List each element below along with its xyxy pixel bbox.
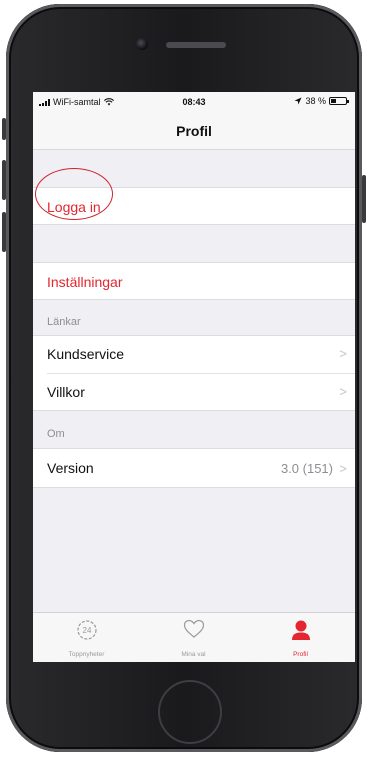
settings-row[interactable]: Inställningar xyxy=(33,262,355,300)
customer-service-label: Kundservice xyxy=(47,346,125,362)
status-right: 38 % xyxy=(294,96,349,106)
front-camera xyxy=(136,38,148,50)
settings-label: Inställningar xyxy=(47,274,123,290)
tab-bar: 24 Toppnyheter Mina val Profil xyxy=(33,612,355,662)
tab-profile-label: Profil xyxy=(293,651,308,658)
clock-24-icon: 24 xyxy=(76,620,97,640)
navigation-bar: Profil xyxy=(33,114,355,150)
tab-my-choices-label: Mina val xyxy=(181,651,206,658)
battery-percent: 38 % xyxy=(305,96,326,106)
volume-down-button xyxy=(2,212,6,252)
battery-icon xyxy=(329,97,349,105)
terms-label: Villkor xyxy=(47,384,85,400)
status-bar: WiFi-samtal 08:43 38 % xyxy=(33,92,355,114)
person-icon xyxy=(291,620,310,640)
highlight-circle xyxy=(35,168,113,220)
home-button[interactable] xyxy=(158,680,222,744)
chevron-right-icon: > xyxy=(339,384,347,399)
chevron-right-icon: > xyxy=(339,461,347,476)
page-title: Profil xyxy=(176,123,212,139)
version-row[interactable]: Version 3.0 (151) > xyxy=(33,448,355,488)
earpiece-speaker xyxy=(166,42,226,48)
tab-top-news-label: Toppnyheter xyxy=(68,651,105,658)
tab-profile[interactable]: Profil xyxy=(247,613,354,662)
terms-row[interactable]: Villkor > xyxy=(33,374,355,411)
screen: WiFi-samtal 08:43 38 % Profil Logga in I… xyxy=(33,92,355,662)
version-value: 3.0 (151) xyxy=(280,461,333,476)
volume-up-button xyxy=(2,160,6,200)
tab-top-news[interactable]: 24 Toppnyheter xyxy=(33,613,140,662)
mute-switch xyxy=(2,118,6,140)
svg-text:24: 24 xyxy=(82,626,91,635)
about-section-header: Om xyxy=(47,428,65,440)
chevron-right-icon: > xyxy=(339,346,347,361)
location-arrow-icon xyxy=(294,97,302,105)
customer-service-row[interactable]: Kundservice > xyxy=(33,336,355,373)
tab-my-choices[interactable]: Mina val xyxy=(140,613,247,662)
links-section-header: Länkar xyxy=(47,316,81,328)
links-group: Kundservice > Villkor > xyxy=(33,335,355,411)
power-button xyxy=(362,175,366,223)
heart-icon xyxy=(183,619,204,638)
version-label: Version xyxy=(47,460,94,476)
